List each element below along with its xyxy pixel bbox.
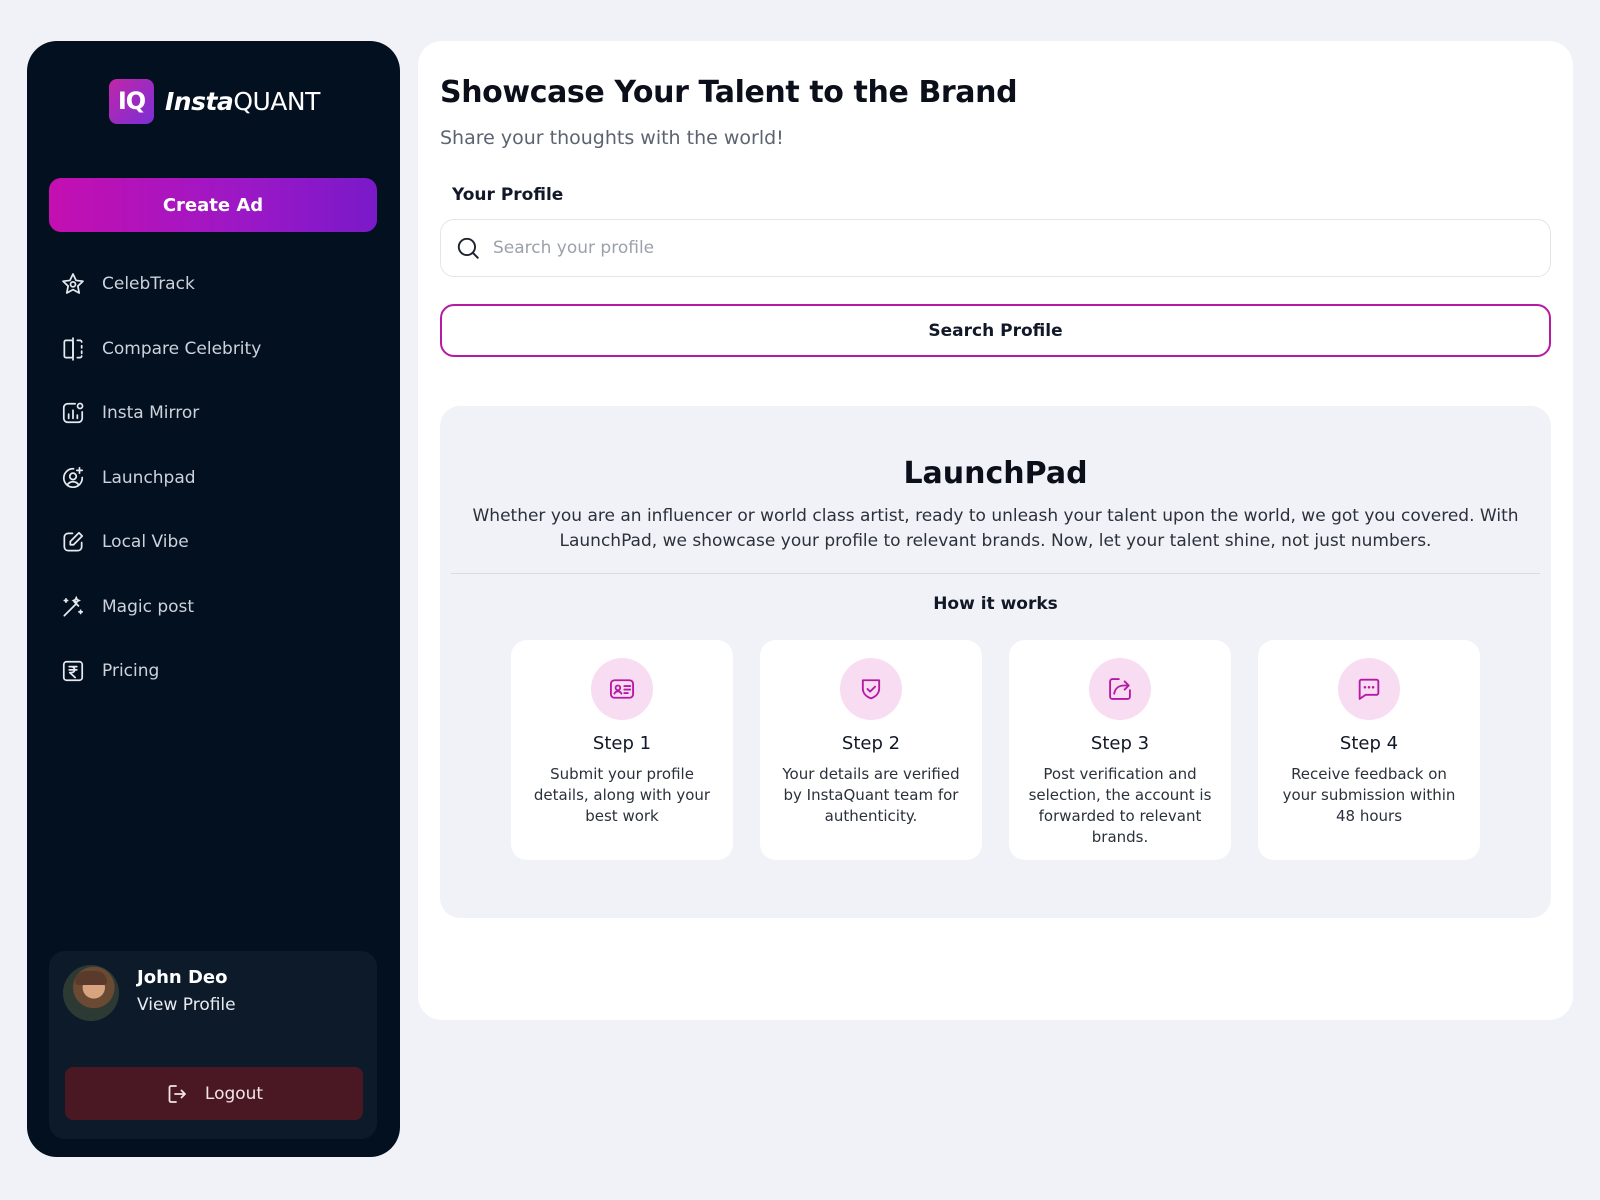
step-title: Step 4 <box>1339 733 1399 754</box>
logout-label: Logout <box>204 1083 264 1104</box>
sidebar-item-label: Compare Celebrity <box>102 338 262 359</box>
avatar[interactable] <box>63 965 119 1021</box>
view-profile-link[interactable]: View Profile <box>137 995 236 1015</box>
page-title: Showcase Your Talent to the Brand <box>440 75 1018 110</box>
page-subtitle: Share your thoughts with the world! <box>440 127 784 149</box>
search-profile-button[interactable]: Search Profile <box>440 304 1551 357</box>
logout-icon <box>168 1084 186 1103</box>
edit-icon <box>63 532 84 552</box>
how-it-works-heading: How it works <box>933 594 1058 614</box>
launchpad-description: Whether you are an influencer or world c… <box>472 506 1519 551</box>
star-icon <box>62 273 84 295</box>
divider <box>451 573 1540 574</box>
chart-icon <box>62 402 84 424</box>
profile-card: John Deo View Profile Logout <box>49 951 377 1139</box>
sidebar-nav: CelebTrack Compare Celebrity Insta Mirro… <box>60 252 380 704</box>
launchpad-title: LaunchPad <box>903 456 1088 491</box>
step-card: Step 1 Submit your profile details, alon… <box>511 640 733 860</box>
sidebar: IQ InstaQUANT Create Ad CelebTrack Compa… <box>27 41 400 1157</box>
sidebar-item-launchpad[interactable]: Launchpad <box>60 446 380 511</box>
main-panel: Showcase Your Talent to the Brand Share … <box>418 41 1573 1020</box>
profile-field-label: Your Profile <box>452 185 564 205</box>
brand-logo[interactable]: IQ InstaQUANT <box>109 78 320 124</box>
sidebar-item-pricing[interactable]: Pricing <box>60 639 380 704</box>
sidebar-item-label: Insta Mirror <box>102 403 200 424</box>
step-title: Step 1 <box>592 733 652 754</box>
search-box <box>440 219 1551 277</box>
step-text: Receive feedback on your submission with… <box>1282 765 1456 825</box>
avatar-hat <box>75 971 107 985</box>
id-card-icon <box>591 658 653 720</box>
logout-button[interactable]: Logout <box>65 1067 363 1120</box>
shield-check-icon <box>840 658 902 720</box>
profile-name: John Deo <box>137 967 228 988</box>
sidebar-item-label: Magic post <box>102 596 195 617</box>
search-input[interactable] <box>493 220 1550 276</box>
sidebar-item-label: CelebTrack <box>102 274 195 295</box>
sidebar-item-compare-celebrity[interactable]: Compare Celebrity <box>60 317 380 382</box>
step-card: Step 2 Your details are verified by Inst… <box>760 640 982 860</box>
share-icon <box>1089 658 1151 720</box>
step-text: Submit your profile details, along with … <box>533 765 711 825</box>
launchpad-section: LaunchPad Whether you are an influencer … <box>440 406 1551 918</box>
rupee-icon <box>62 661 84 682</box>
sidebar-item-celebtrack[interactable]: CelebTrack <box>60 252 380 317</box>
message-icon <box>1338 658 1400 720</box>
sidebar-item-label: Pricing <box>102 661 160 682</box>
sidebar-item-label: Launchpad <box>102 467 196 488</box>
search-icon <box>457 237 479 259</box>
magic-wand-icon <box>63 595 84 617</box>
compare-icon <box>63 337 83 361</box>
sidebar-item-insta-mirror[interactable]: Insta Mirror <box>60 381 380 446</box>
sidebar-item-label: Local Vibe <box>102 532 189 553</box>
steps-list: Step 1 Submit your profile details, alon… <box>511 640 1480 860</box>
user-plus-icon <box>62 466 84 488</box>
step-text: Your details are verified by InstaQuant … <box>782 765 960 825</box>
step-title: Step 2 <box>841 733 901 754</box>
brand-name-caps: QUANT <box>233 86 320 116</box>
step-title: Step 3 <box>1090 733 1150 754</box>
create-ad-button[interactable]: Create Ad <box>49 178 377 232</box>
brand-name: InstaQUANT <box>165 87 320 116</box>
logo-badge: IQ <box>109 78 154 124</box>
step-text: Post verification and selection, the acc… <box>1028 765 1212 846</box>
step-card: Step 3 Post verification and selection, … <box>1009 640 1231 860</box>
sidebar-item-local-vibe[interactable]: Local Vibe <box>60 510 380 575</box>
sidebar-item-magic-post[interactable]: Magic post <box>60 575 380 640</box>
step-card: Step 4 Receive feedback on your submissi… <box>1258 640 1480 860</box>
brand-name-italic: Insta <box>165 86 234 116</box>
